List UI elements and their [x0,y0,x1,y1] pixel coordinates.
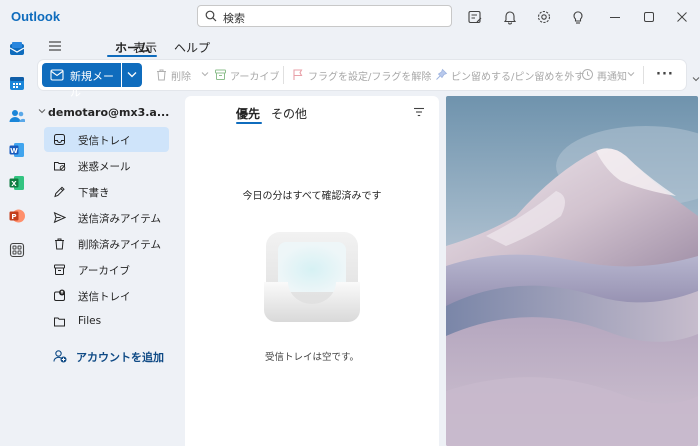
search-icon [205,10,217,22]
reading-pane [446,96,698,446]
snooze-chevron-icon[interactable] [627,70,635,78]
word-app-icon[interactable]: W [8,141,26,159]
ribbon-tabs: ホーム 表示 ヘルプ [34,34,700,58]
folder-label: 下書き [78,187,110,199]
maximize-icon[interactable] [641,9,657,25]
delete-icon [157,69,166,81]
search-box[interactable]: 検索 [197,5,452,27]
more-apps-icon[interactable] [8,241,26,259]
junk-icon [54,162,66,171]
folder-item-outbox[interactable]: 送信トレイ [44,283,169,308]
chevron-down-icon [127,72,137,78]
flag-button[interactable]: フラグを設定/フラグを解除 [308,68,431,83]
calendar-app-icon[interactable] [8,74,26,92]
drafts-icon [54,186,65,198]
svg-text:P: P [11,213,16,221]
trash-icon [55,238,64,250]
folder-label: アーカイブ [78,265,130,277]
ribbon-separator [283,66,284,84]
folder-item-deleted[interactable]: 削除済みアイテム [44,231,169,256]
minimize-icon[interactable] [607,9,623,25]
gear-icon[interactable] [536,9,552,25]
ribbon-separator [643,66,644,84]
folder-label: 迷惑メール [78,161,131,173]
excel-app-icon[interactable]: X [8,174,26,192]
folder-label: Files [78,315,102,327]
delete-chevron-icon[interactable] [201,70,209,78]
tab-view[interactable]: 表示 [133,39,157,56]
pin-button[interactable]: ピン留めする/ピン留めを外す [451,68,584,83]
tab-other[interactable]: その他 [271,105,307,122]
lightbulb-icon[interactable] [570,9,586,25]
bell-icon[interactable] [502,9,518,25]
powerpoint-app-icon[interactable]: P [8,207,26,225]
outbox-icon [54,289,65,301]
snooze-button[interactable]: 再通知 [597,68,627,83]
snooze-clock-icon [582,69,593,80]
tab-focused-underline [236,122,262,124]
new-mail-dropdown[interactable] [122,63,142,87]
folder-label: 送信トレイ [78,291,131,303]
new-mail-button[interactable]: 新規メール [42,63,121,99]
tab-help[interactable]: ヘルプ [174,39,210,56]
message-list: 優先 その他 今日の分はすべて確認済みです 受信トレイは空です。 [185,96,439,446]
folder-pane: demotaro@mx3.a... 受信トレイ 迷惑メール 下書き 送信済みアイ… [38,96,178,446]
folder-label: 受信トレイ [78,135,131,147]
ribbon-collapse-icon[interactable] [692,76,700,82]
tab-home-underline [107,55,157,57]
add-account-button[interactable]: アカウントを追加 [76,349,164,365]
archive-toolbar-icon [215,69,226,80]
folder-item-files[interactable]: Files [44,309,169,334]
folder-item-junk[interactable]: 迷惑メール [44,153,169,178]
archive-icon [54,264,65,275]
archive-button[interactable]: アーカイブ [230,68,279,83]
add-person-icon[interactable] [53,349,67,363]
hamburger-menu-icon[interactable] [48,40,62,52]
empty-inbox-illustration [264,232,360,322]
pin-icon [436,68,448,80]
empty-state-title: 今日の分はすべて確認済みです [242,191,382,202]
folder-item-inbox[interactable]: 受信トレイ [44,127,169,152]
mail-app-icon[interactable] [8,40,26,58]
delete-button[interactable]: 削除 [171,68,191,83]
title-bar: Outlook 検索 [0,0,700,34]
folder-icon [54,317,65,327]
search-input[interactable]: 検索 [223,10,245,26]
folder-item-archive[interactable]: アーカイブ [44,257,169,282]
folder-item-sent[interactable]: 送信済みアイテム [44,205,169,230]
close-icon[interactable] [674,9,690,25]
folder-label: 送信済みアイテム [78,213,161,225]
notes-icon[interactable] [467,9,483,25]
background-landscape-image [446,96,698,446]
app-rail: W X P [0,34,34,446]
empty-state-subtitle: 受信トレイは空です。 [264,352,360,363]
svg-text:W: W [10,147,18,155]
people-app-icon[interactable] [8,107,26,125]
filter-icon[interactable] [413,107,425,117]
tab-focused[interactable]: 優先 [236,105,260,122]
inbox-icon [54,134,65,145]
svg-text:X: X [11,180,17,188]
ribbon-toolbar: 新規メール 削除 アーカイブ フラグを設定/フラグを解除 ピン留めする/ピン留め… [38,60,686,99]
folder-label: 削除済みアイテム [78,239,161,251]
chevron-down-icon[interactable] [38,108,46,114]
app-title: Outlook [11,9,61,24]
account-name[interactable]: demotaro@mx3.a... [48,106,169,119]
folder-item-drafts[interactable]: 下書き [44,179,169,204]
send-icon [53,211,66,224]
compose-mail-icon [50,69,64,81]
more-options-button[interactable]: ··· [656,67,674,82]
flag-icon [293,69,303,80]
